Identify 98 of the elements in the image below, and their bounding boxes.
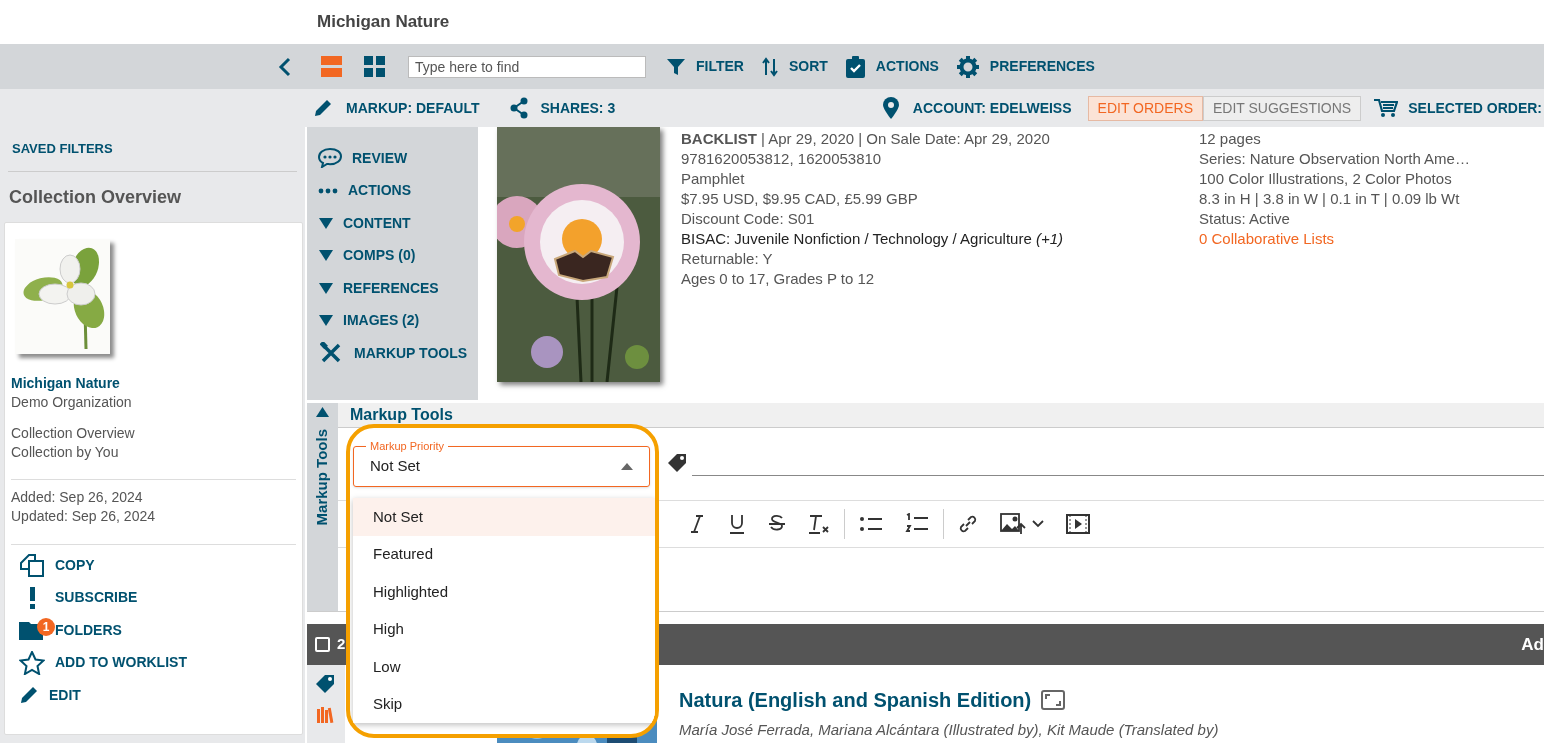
selected-order-button[interactable]: SELECTED ORDER: bbox=[1374, 97, 1544, 119]
exclamation-icon bbox=[29, 586, 35, 609]
collection-info: Collection by You bbox=[11, 443, 120, 462]
count-badge: 1 bbox=[37, 618, 55, 636]
nav-item[interactable]: ACTIONS bbox=[307, 174, 478, 207]
account-button[interactable]: ACCOUNT: EDELWEISS bbox=[882, 97, 1072, 119]
panel-title: Markup Tools bbox=[350, 405, 453, 425]
side-panel-label: Markup Tools bbox=[312, 429, 332, 526]
date-info: Updated: Sep 26, 2024 bbox=[11, 507, 156, 526]
book-detail: $7.95 USD, $9.95 CAD, £5.99 GBP bbox=[681, 189, 919, 209]
numbered-list-icon bbox=[905, 513, 929, 535]
nav-item[interactable]: REFERENCES bbox=[307, 272, 478, 305]
settings-icon bbox=[956, 55, 979, 78]
sidebar-heading: Collection Overview bbox=[9, 185, 182, 209]
header-label: Ad bbox=[1521, 633, 1544, 656]
clear-format-icon bbox=[808, 513, 830, 535]
book-detail: Status: Active bbox=[1199, 209, 1291, 229]
caret-icon bbox=[621, 463, 633, 470]
dropdown-option[interactable]: Featured bbox=[353, 535, 655, 573]
expand-icon bbox=[1041, 690, 1066, 710]
triangle-up-icon bbox=[316, 407, 329, 417]
dropdown-option[interactable]: Not Set bbox=[353, 498, 655, 536]
book-detail: 12 pages bbox=[1199, 129, 1262, 149]
italic-icon bbox=[688, 514, 706, 534]
book-detail: 9781620053812, 1620053810 bbox=[681, 149, 883, 169]
speech-bubble-icon bbox=[318, 148, 342, 169]
nav-item[interactable]: REVIEW bbox=[307, 142, 478, 175]
book-detail: Returnable: Y bbox=[681, 249, 774, 269]
view-toggle[interactable] bbox=[364, 56, 385, 77]
dropdown-option[interactable]: Low bbox=[353, 648, 655, 686]
collection-action[interactable]: ADD TO WORKLIST bbox=[11, 646, 296, 679]
tag-icon bbox=[316, 675, 336, 695]
book-detail: 100 Color Illustrations, 2 Color Photos bbox=[1199, 169, 1453, 189]
book-detail: BACKLIST | Apr 29, 2020 | On Sale Date: Apr 29, 2020 bbox=[681, 129, 1051, 149]
page-title: Michigan Nature bbox=[317, 11, 450, 34]
chevron-down-icon bbox=[1032, 520, 1044, 528]
organization-name: Demo Organization bbox=[11, 393, 133, 412]
book-detail: Ages 0 to 17, Grades P to 12 bbox=[681, 269, 876, 289]
shares-button[interactable]: SHARES: 3 bbox=[508, 97, 616, 119]
collection-info: Collection Overview bbox=[11, 424, 136, 443]
collection-action[interactable]: SUBSCRIBE bbox=[11, 581, 296, 614]
bullet-list-icon bbox=[859, 514, 883, 534]
book-detail: Pamphlet bbox=[681, 169, 746, 189]
nav-item[interactable]: MARKUP TOOLS bbox=[307, 337, 478, 370]
field-label: Markup Priority bbox=[366, 439, 448, 453]
book-detail: Discount Code: S01 bbox=[681, 209, 816, 229]
triangle-down-icon bbox=[319, 315, 333, 327]
search-field[interactable]: Type here to find bbox=[408, 55, 646, 78]
underline-icon bbox=[728, 514, 746, 534]
copy-icon bbox=[19, 553, 45, 578]
clipboard-check-icon bbox=[845, 55, 865, 78]
dropdown-option[interactable]: Skip bbox=[353, 685, 655, 723]
book-detail: 8.3 in H | 3.8 in W | 0.1 in T | 0.09 lb Wt bbox=[1199, 189, 1461, 209]
dropdown-option[interactable]: Highlighted bbox=[353, 573, 655, 611]
back-button[interactable] bbox=[278, 56, 292, 77]
toolbar-button[interactable]: ACTIONS bbox=[845, 55, 939, 78]
nav-item[interactable]: CONTENT bbox=[307, 207, 478, 240]
link-icon bbox=[958, 514, 978, 534]
video-icon bbox=[1066, 514, 1090, 534]
share-icon bbox=[508, 97, 529, 119]
checkbox[interactable] bbox=[315, 637, 330, 652]
collection-action[interactable]: EDIT bbox=[11, 679, 296, 712]
collection-action[interactable]: 1 FOLDERS bbox=[11, 614, 296, 647]
location-pin-icon bbox=[882, 97, 899, 119]
dropdown-option[interactable]: High bbox=[353, 610, 655, 648]
result-title-link[interactable]: Natura (English and Spanish Edition) bbox=[679, 685, 1032, 715]
nav-item[interactable]: COMPS (0) bbox=[307, 239, 478, 272]
view-toggle[interactable] bbox=[321, 56, 342, 77]
collection-action[interactable]: COPY bbox=[11, 549, 296, 582]
result-count: 2 bbox=[337, 634, 346, 655]
date-info: Added: Sep 26, 2024 bbox=[11, 488, 144, 507]
grid-view-icon bbox=[364, 56, 385, 77]
tag-icon bbox=[668, 454, 688, 474]
cart-icon bbox=[1374, 98, 1399, 118]
star-icon bbox=[19, 650, 45, 675]
pencil-icon bbox=[19, 685, 39, 706]
list-view-icon bbox=[321, 56, 342, 77]
saved-filters-link[interactable]: SAVED FILTERS bbox=[8, 139, 113, 159]
toolbar-button[interactable]: PREFERENCES bbox=[956, 55, 1095, 78]
nav-item[interactable]: IMAGES (2) bbox=[307, 304, 478, 337]
book-detail: BISAC: Juvenile Nonfiction / Technology / Agriculture (+1) bbox=[681, 229, 1064, 249]
toolbar-button[interactable]: SORT bbox=[761, 56, 828, 77]
pencil-icon bbox=[313, 98, 333, 118]
collection-name-link[interactable]: Michigan Nature bbox=[11, 374, 296, 393]
book-detail: Series: Nature Observation North Ame… bbox=[1199, 149, 1470, 169]
triangle-down-icon bbox=[319, 217, 333, 229]
authors: María José Ferrada, Mariana Alcántara (Illustrated by), Kit Maude (Translated by) bbox=[679, 720, 1219, 740]
books-icon bbox=[316, 707, 336, 723]
filter-icon bbox=[667, 57, 685, 76]
markup-button[interactable]: MARKUP: DEFAULT bbox=[313, 97, 480, 119]
mode-tab[interactable]: EDIT SUGGESTIONS bbox=[1203, 95, 1362, 121]
dots-icon bbox=[318, 187, 338, 194]
triangle-down-icon bbox=[319, 282, 333, 294]
image-upload-icon bbox=[1000, 513, 1026, 535]
sort-icon bbox=[761, 56, 778, 77]
triangle-down-icon bbox=[319, 250, 333, 262]
back-icon bbox=[278, 56, 292, 77]
toolbar-button[interactable]: FILTER bbox=[667, 56, 744, 77]
